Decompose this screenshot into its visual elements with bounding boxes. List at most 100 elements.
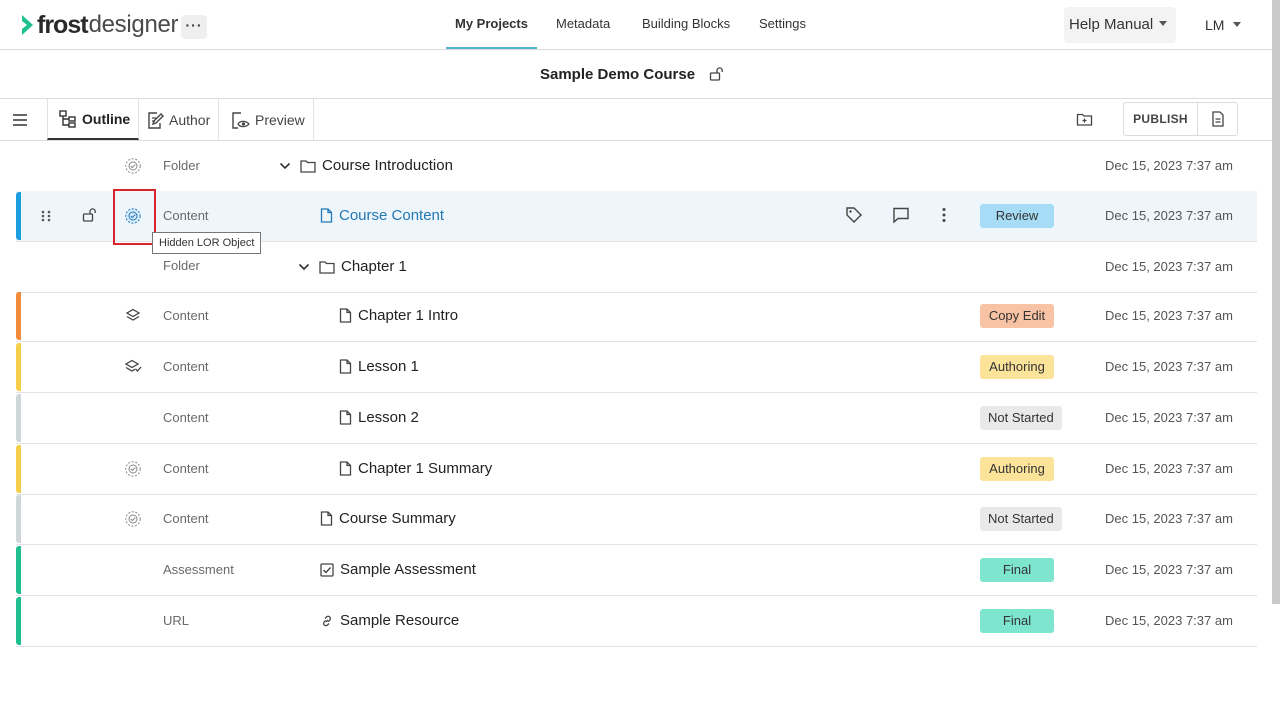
item-name-label: Sample Resource: [340, 612, 460, 629]
hidden-lor-icon[interactable]: [124, 157, 142, 175]
list-item[interactable]: Assessment Sample Assessment Final Dec 1…: [16, 545, 1257, 596]
tooltip: Hidden LOR Object: [152, 232, 262, 254]
item-type: Folder: [163, 258, 200, 273]
item-name[interactable]: Sample Resource: [320, 612, 459, 629]
status-badge[interactable]: Final: [980, 609, 1054, 633]
list-item[interactable]: Content Chapter 1 Intro Copy Edit Dec 15…: [16, 291, 1257, 342]
item-name[interactable]: Chapter 1 Intro: [339, 307, 458, 324]
status-badge[interactable]: Not Started: [980, 406, 1062, 430]
view-toolbar: Outline Author Preview PUBLISH: [0, 99, 1272, 141]
item-name[interactable]: Lesson 2: [339, 409, 419, 426]
user-initials: LM: [1205, 17, 1225, 33]
status-stripe: [16, 495, 21, 543]
item-name-label: Lesson 2: [358, 409, 419, 426]
file-icon: [339, 410, 352, 425]
publish-button[interactable]: PUBLISH: [1123, 102, 1198, 136]
item-date: Dec 15, 2023 7:37 am: [1105, 562, 1233, 577]
tag-icon[interactable]: [845, 206, 863, 224]
course-title: Sample Demo Course: [540, 66, 696, 83]
tab-outline[interactable]: Outline: [47, 99, 140, 140]
help-manual-dropdown[interactable]: Help Manual: [1064, 7, 1176, 43]
logo-chevron-icon: [22, 15, 33, 35]
nav-my-projects[interactable]: My Projects: [446, 0, 537, 49]
status-badge[interactable]: Authoring: [980, 457, 1054, 481]
layers-icon[interactable]: [124, 307, 142, 325]
scrollbar[interactable]: [1272, 0, 1280, 604]
folder-icon: [319, 260, 335, 274]
item-type: Assessment: [163, 562, 234, 577]
chevron-down-icon[interactable]: [278, 159, 292, 173]
chevron-down-icon: [1233, 21, 1242, 27]
checkbox-icon: [320, 562, 334, 577]
outline-tree-icon: [59, 109, 76, 128]
item-type: Content: [163, 359, 209, 374]
status-stripe: [16, 292, 21, 340]
file-icon: [320, 208, 333, 223]
item-type: Content: [163, 208, 209, 223]
item-name[interactable]: Course Introduction: [278, 157, 453, 174]
list-item[interactable]: Content Chapter 1 Summary Authoring Dec …: [16, 444, 1257, 495]
hidden-lor-icon[interactable]: [124, 510, 142, 528]
hidden-lor-icon[interactable]: [124, 460, 142, 478]
drag-handle-icon[interactable]: [40, 209, 52, 223]
list-item[interactable]: Folder Course Introduction Dec 15, 2023 …: [16, 141, 1257, 192]
status-stripe: [16, 597, 21, 645]
nav-settings[interactable]: Settings: [759, 0, 806, 49]
user-menu[interactable]: LM: [1205, 7, 1242, 43]
chevron-down-icon: [1159, 20, 1168, 26]
layers-check-icon[interactable]: [124, 358, 142, 376]
hamburger-menu-icon[interactable]: [11, 111, 29, 129]
item-type: Content: [163, 308, 209, 323]
nav-building-blocks[interactable]: Building Blocks: [642, 0, 730, 49]
item-type: Content: [163, 511, 209, 526]
unlock-icon[interactable]: [82, 207, 98, 223]
unlock-icon[interactable]: [709, 66, 725, 82]
comment-icon[interactable]: [892, 206, 910, 224]
top-navbar: frost designer ··· My Projects Metadata …: [0, 0, 1272, 50]
more-options-button[interactable]: ···: [181, 15, 207, 39]
item-name[interactable]: Chapter 1 Summary: [339, 460, 492, 477]
item-name-label: Chapter 1 Summary: [358, 460, 493, 477]
item-name[interactable]: Lesson 1: [339, 358, 419, 375]
link-icon: [323, 615, 331, 626]
logo-text-designer: designer: [88, 11, 179, 38]
status-badge[interactable]: Authoring: [980, 355, 1054, 379]
chevron-down-icon[interactable]: [297, 260, 311, 274]
document-button[interactable]: [1197, 102, 1238, 136]
status-badge[interactable]: Review: [980, 204, 1054, 228]
file-icon: [320, 511, 333, 526]
list-item[interactable]: Content Lesson 1 Authoring Dec 15, 2023 …: [16, 342, 1257, 393]
list-item[interactable]: Content Course Summary Not Started Dec 1…: [16, 494, 1257, 545]
item-name-label: Chapter 1 Intro: [358, 307, 459, 324]
status-stripe: [16, 546, 21, 594]
item-name[interactable]: Chapter 1: [297, 258, 407, 275]
tab-preview[interactable]: Preview: [219, 99, 314, 140]
status-stripe: [16, 343, 21, 391]
file-icon: [339, 461, 352, 476]
list-item[interactable]: Content Lesson 2 Not Started Dec 15, 202…: [16, 393, 1257, 444]
item-name[interactable]: Course Summary: [320, 510, 456, 527]
tab-author[interactable]: Author: [135, 99, 220, 140]
item-name[interactable]: Sample Assessment: [320, 561, 476, 578]
item-name-label: Course Introduction: [322, 157, 453, 174]
status-badge[interactable]: Copy Edit: [980, 304, 1054, 328]
nav-metadata[interactable]: Metadata: [556, 0, 610, 49]
status-badge[interactable]: Not Started: [980, 507, 1062, 531]
highlight-box: [113, 189, 156, 245]
item-name-label: Chapter 1: [341, 258, 407, 275]
file-icon: [339, 308, 352, 323]
tab-preview-label: Preview: [255, 111, 305, 128]
item-name[interactable]: Course Content: [320, 207, 444, 224]
file-icon: [339, 359, 352, 374]
status-stripe: [16, 445, 21, 493]
app-logo[interactable]: frost designer: [20, 10, 179, 40]
item-date: Dec 15, 2023 7:37 am: [1105, 208, 1233, 223]
item-name-label: Course Summary: [339, 510, 456, 527]
add-folder-icon[interactable]: [1076, 111, 1093, 128]
item-name-label: Course Content: [339, 207, 445, 224]
status-badge[interactable]: Final: [980, 558, 1054, 582]
item-type: Content: [163, 410, 209, 425]
kebab-menu-icon[interactable]: [935, 206, 953, 224]
item-type: Content: [163, 461, 209, 476]
list-item[interactable]: URL Sample Resource Final Dec 15, 2023 7…: [16, 596, 1257, 647]
